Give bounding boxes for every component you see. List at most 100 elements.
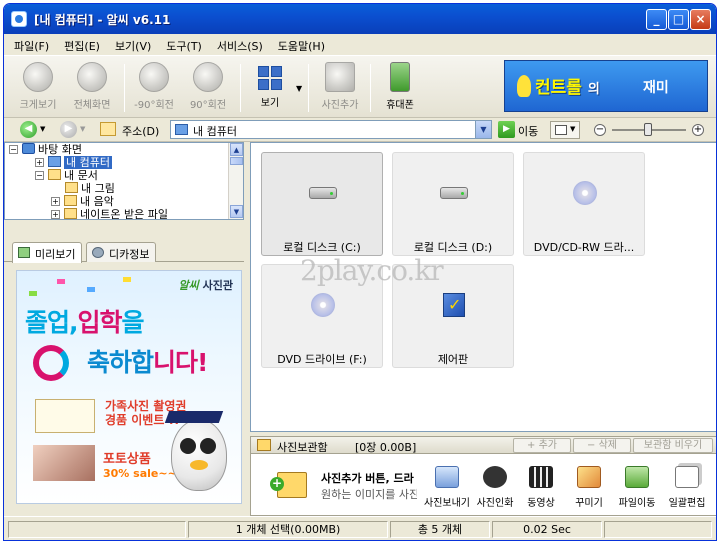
rotate-right-icon (193, 62, 223, 92)
film-icon (529, 466, 553, 488)
zoom-handle[interactable] (644, 123, 652, 136)
scroll-up-icon[interactable]: ▲ (230, 143, 243, 156)
scroll-thumb[interactable] (230, 157, 243, 165)
window-title: [내 컴퓨터] - 알씨 v6.11 (34, 13, 171, 27)
tab-label: 미리보기 (35, 248, 76, 261)
collapse-icon[interactable]: − (9, 145, 18, 154)
tree-item-nateon-files[interactable]: + 네이트온 받은 파일 (51, 208, 168, 219)
rotate-left-label: -90°회전 (134, 100, 174, 111)
view-dropdown-arrow-icon[interactable]: ▼ (296, 84, 302, 93)
menu-services[interactable]: 서비스(S) (207, 34, 268, 54)
item-label: DVD/CD-RW 드라... (533, 241, 635, 254)
toolbar-separator (308, 64, 309, 112)
tab-preview[interactable]: 미리보기 (12, 242, 83, 263)
folder-icon (48, 169, 61, 180)
toolbar: 크게보기 전체화면 -90°회전 90°회전 보기 ▼ 사진추가 휴대폰 컨트롤… (4, 56, 716, 118)
zoom-in-icon[interactable]: + (692, 124, 704, 136)
tree-item-my-documents[interactable]: − 내 문서 (35, 169, 98, 182)
menu-help[interactable]: 도움말(H) (268, 34, 330, 54)
item-label: 로컬 디스크 (D:) (413, 241, 493, 254)
rotate-left-button[interactable]: -90°회전 (128, 60, 180, 116)
tree-item-desktop[interactable]: − 바탕 화면 (9, 143, 82, 156)
tree-item-my-music[interactable]: + 내 음악 (51, 195, 114, 208)
photo-box-count: [0장 0.00B] (355, 441, 417, 454)
folder-icon (65, 182, 78, 193)
menu-file[interactable]: 파일(F) (4, 34, 54, 54)
forward-button[interactable]: ▶ (60, 121, 77, 138)
status-bar: 1 개체 선택(0.00MB) 총 5 개체 0.02 Sec (4, 516, 716, 540)
thumbnail-view-button[interactable]: ▼ (550, 121, 580, 139)
tab-camera-info[interactable]: 디카정보 (86, 242, 157, 262)
ad-brand: 알씨 사진관 (178, 279, 233, 292)
batch-edit-button[interactable]: 일괄편집 (663, 462, 711, 509)
move-file-button[interactable]: 파일이동 (613, 462, 661, 509)
photo-box-delete-button[interactable]: − 삭제 (573, 438, 631, 453)
item-local-disk-c[interactable]: 로컬 디스크 (C:) (261, 152, 383, 256)
fullscreen-button[interactable]: 전체화면 (66, 60, 118, 116)
forward-dropdown-icon[interactable]: ▼ (80, 125, 85, 133)
tree-item-my-pictures[interactable]: 내 그림 (65, 182, 115, 195)
add-photo-label: 사진추가 (321, 100, 359, 111)
rotate-right-button[interactable]: 90°회전 (182, 60, 234, 116)
photo-box-icon (257, 439, 271, 451)
folder-icon (64, 195, 77, 206)
address-value: 내 컴퓨터 (193, 125, 237, 138)
maximize-button[interactable]: □ (668, 9, 689, 30)
go-arrow-icon[interactable]: ▶ (498, 121, 515, 138)
print-photo-button[interactable]: 사진인화 (471, 462, 519, 509)
status-total: 총 5 개체 (390, 521, 490, 538)
hard-drive-icon (440, 187, 468, 199)
collapse-icon[interactable]: − (35, 171, 44, 180)
hard-drive-icon (309, 187, 337, 199)
documents-icon (675, 466, 699, 488)
video-button[interactable]: 동영상 (517, 462, 565, 509)
expand-icon[interactable]: + (51, 197, 60, 206)
item-local-disk-d[interactable]: 로컬 디스크 (D:) (392, 152, 514, 256)
preview-ad-image[interactable]: 알씨 사진관 졸업,입학을 축하합니다! 가족사진 촬영권 경품 이벤트 !! 포… (16, 270, 242, 504)
control-panel-icon (443, 293, 465, 317)
menu-view[interactable]: 보기(V) (105, 34, 156, 54)
zoom-out-icon[interactable]: − (594, 124, 606, 136)
status-selection: 1 개체 선택(0.00MB) (188, 521, 388, 538)
photo-box-clear-button[interactable]: 보관함 비우기 (633, 438, 713, 453)
item-dvd-cdrw-drive[interactable]: DVD/CD-RW 드라... (523, 152, 645, 256)
expand-icon[interactable]: + (51, 210, 60, 219)
folder-tree: − 바탕 화면 + 내 컴퓨터 − 내 문서 내 그림 + 내 음악 + 네이트온 받은 … (4, 142, 244, 220)
back-dropdown-icon[interactable]: ▼ (40, 125, 45, 133)
alsee-app-icon (11, 11, 27, 27)
expand-icon[interactable]: + (35, 158, 44, 167)
address-dropdown-icon[interactable]: ▼ (475, 121, 491, 138)
list-view-icon (555, 125, 567, 135)
photo-box-add-button[interactable]: + 추가 (513, 438, 571, 453)
rotate-left-icon (139, 62, 169, 92)
menu-edit[interactable]: 편집(E) (54, 34, 105, 54)
view-mode-button[interactable]: 보기 (244, 60, 296, 116)
envelope-icon (435, 466, 459, 488)
minimize-button[interactable]: _ (646, 9, 667, 30)
panel-splitter[interactable] (4, 220, 244, 240)
zoom-slider[interactable]: − + (594, 122, 706, 138)
mobile-phone-button[interactable]: 휴대폰 (374, 60, 426, 116)
large-view-button[interactable]: 크게보기 (12, 60, 64, 116)
folder-up-icon[interactable] (100, 122, 116, 136)
scroll-down-icon[interactable]: ▼ (230, 205, 243, 218)
address-input[interactable]: 내 컴퓨터 ▼ (170, 120, 492, 139)
dvd-drive-icon (311, 293, 335, 317)
menu-tools[interactable]: 도구(T) (156, 34, 207, 54)
tree-scrollbar[interactable]: ▲ ▼ (228, 143, 243, 219)
add-photo-button[interactable]: 사진추가 (314, 60, 366, 116)
back-button[interactable]: ◀ (20, 121, 37, 138)
banner-text-main: 컨트롤 의 (535, 78, 600, 98)
tree-item-my-computer[interactable]: + 내 컴퓨터 (35, 156, 112, 169)
send-photo-button[interactable]: 사진보내기 (423, 462, 471, 509)
address-label: 주소(D) (122, 125, 160, 138)
decorate-button[interactable]: 꾸미기 (565, 462, 613, 509)
camera-icon (483, 466, 507, 488)
photo-add-icon[interactable] (270, 472, 307, 498)
go-button[interactable]: 이동 (518, 123, 538, 139)
promo-banner[interactable]: 컨트롤 의 재미 (504, 60, 708, 112)
info-icon (92, 247, 104, 258)
close-button[interactable]: × (690, 9, 711, 30)
status-cell-empty (8, 521, 186, 538)
camera-icon (77, 62, 107, 92)
